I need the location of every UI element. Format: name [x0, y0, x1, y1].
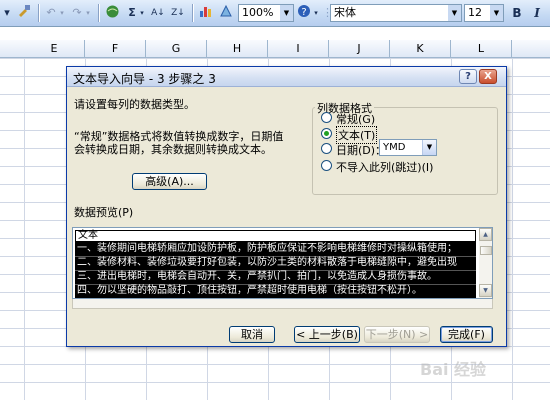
font-size-combo[interactable]: 12 ▼ [464, 4, 504, 22]
radio-button[interactable] [321, 160, 332, 171]
preview-row: 一、装修期间电梯轿厢应加设防护板，防护板应保证不影响电梯维修时对操纵箱使用； [77, 243, 457, 254]
date-format-value: YMD [383, 142, 406, 153]
next-button[interactable]: 下一步(N) > [364, 326, 430, 343]
back-button[interactable]: < 上一步(B) [294, 326, 360, 343]
description-line: 会转换成日期，其余数据则转换成文本。 [74, 143, 272, 156]
radio-button-selected[interactable] [321, 128, 332, 139]
date-format-combo[interactable]: YMD ▼ [379, 139, 437, 156]
hyperlink-icon[interactable] [104, 4, 120, 22]
help-button[interactable]: ? [459, 69, 477, 84]
font-name-combo[interactable]: 宋体 ▼ [330, 4, 462, 22]
undo-dropdown-icon[interactable]: ▾ [58, 4, 66, 22]
sort-ascending-icon[interactable]: A↓ [150, 4, 166, 22]
dropdown-icon[interactable]: ▾ [2, 4, 12, 22]
dialog-title: 文本导入向导 - 3 步骤之 3 [73, 72, 216, 86]
column-header[interactable]: K [390, 40, 451, 57]
scroll-thumb[interactable] [480, 246, 492, 255]
bold-button[interactable]: B [510, 4, 524, 22]
help-icon: ? [465, 71, 471, 82]
instruction-text: 请设置每列的数据类型。 [74, 98, 195, 111]
radio-button[interactable] [321, 143, 332, 154]
autosum-dropdown-icon[interactable]: ▾ [138, 4, 146, 22]
column-header-row: E F G H I J K L [0, 40, 550, 58]
font-size-value: 12 [468, 6, 482, 19]
chevron-down-icon[interactable]: ▼ [490, 5, 503, 21]
help-icon[interactable]: ? [296, 4, 312, 22]
column-header[interactable]: H [207, 40, 268, 57]
toolbar-grip-icon: ⋮ [322, 6, 333, 19]
zoom-value: 100% [242, 6, 274, 19]
preview-selected-column[interactable]: 一、装修期间电梯轿厢应加设防护板，防护板应保证不影响电梯维修时对操纵箱使用； 二… [75, 242, 476, 298]
redo-dropdown-icon[interactable]: ▾ [84, 4, 92, 22]
data-preview-box[interactable]: 文本 一、装修期间电梯轿厢应加设防护板，防护板应保证不影响电梯维修时对操纵箱使用… [72, 227, 493, 299]
drawing-icon[interactable] [218, 4, 234, 22]
preview-vertical-scrollbar[interactable]: ▲ ▼ [479, 228, 492, 298]
column-header[interactable]: I [268, 40, 329, 57]
chart-wizard-icon[interactable] [198, 4, 214, 22]
dialog-titlebar[interactable]: 文本导入向导 - 3 步骤之 3 ? X [67, 67, 506, 87]
data-preview-label: 数据预览(P) [74, 206, 134, 219]
cancel-button[interactable]: 取消 [229, 326, 275, 343]
column-header[interactable]: L [451, 40, 512, 57]
chevron-down-icon[interactable]: ▼ [280, 5, 293, 21]
column-header[interactable]: J [329, 40, 390, 57]
autosum-icon[interactable]: Σ [126, 4, 138, 22]
svg-text:?: ? [301, 7, 306, 18]
radio-button[interactable] [321, 112, 332, 123]
zoom-combo[interactable]: 100% ▼ [238, 4, 294, 22]
scroll-up-icon[interactable]: ▲ [479, 228, 492, 241]
scroll-down-icon[interactable]: ▼ [479, 284, 492, 297]
advanced-button[interactable]: 高级(A)... [132, 173, 207, 190]
chevron-down-icon[interactable]: ▼ [448, 5, 461, 21]
finish-button[interactable]: 完成(F) [440, 326, 493, 343]
column-header[interactable]: G [146, 40, 207, 57]
close-button[interactable]: X [479, 69, 497, 84]
format-painter-icon[interactable] [16, 4, 32, 22]
radio-label: 常规(G) [336, 113, 376, 126]
preview-horizontal-scrollbar[interactable] [72, 299, 493, 309]
preview-row: 四、勿以坚硬的物品敲打、顶住按钮，严禁超时使用电梯（按住按钮不松开）。 [77, 285, 422, 296]
help-dropdown-icon[interactable]: ▾ [312, 4, 320, 22]
font-name-value: 宋体 [334, 6, 356, 19]
undo-icon[interactable]: ↶ [44, 4, 58, 22]
preview-row: 三、进出电梯时，电梯会自动开、关，严禁扒门、拍门，以免造成人身损伤事故。 [77, 271, 437, 282]
sort-descending-icon[interactable]: Z↓ [170, 4, 186, 22]
column-header[interactable]: F [85, 40, 146, 57]
redo-icon[interactable]: ↷ [70, 4, 84, 22]
chevron-down-icon[interactable]: ▼ [422, 140, 436, 155]
watermark-logo: Bai 经验 [420, 360, 487, 379]
close-icon: X [484, 71, 492, 82]
text-import-wizard-dialog: 文本导入向导 - 3 步骤之 3 ? X 请设置每列的数据类型。 “常规”数据格… [66, 66, 507, 347]
italic-button[interactable]: I [530, 4, 544, 22]
preview-row: 二、装修材料、装修垃圾要打好包装，以防沙土类的材料散落于电梯缝隙中，避免出现 [77, 257, 457, 268]
column-header[interactable]: E [24, 40, 85, 57]
formatting-toolbar: ▾ ↶ ▾ ↷ ▾ Σ ▾ A↓ Z↓ 100% ▼ ? ▾ ⋮ 宋体 ▼ 12… [0, 0, 550, 27]
preview-column-header[interactable]: 文本 [75, 230, 476, 242]
radio-label: 不导入此列(跳过)(I) [336, 161, 434, 174]
